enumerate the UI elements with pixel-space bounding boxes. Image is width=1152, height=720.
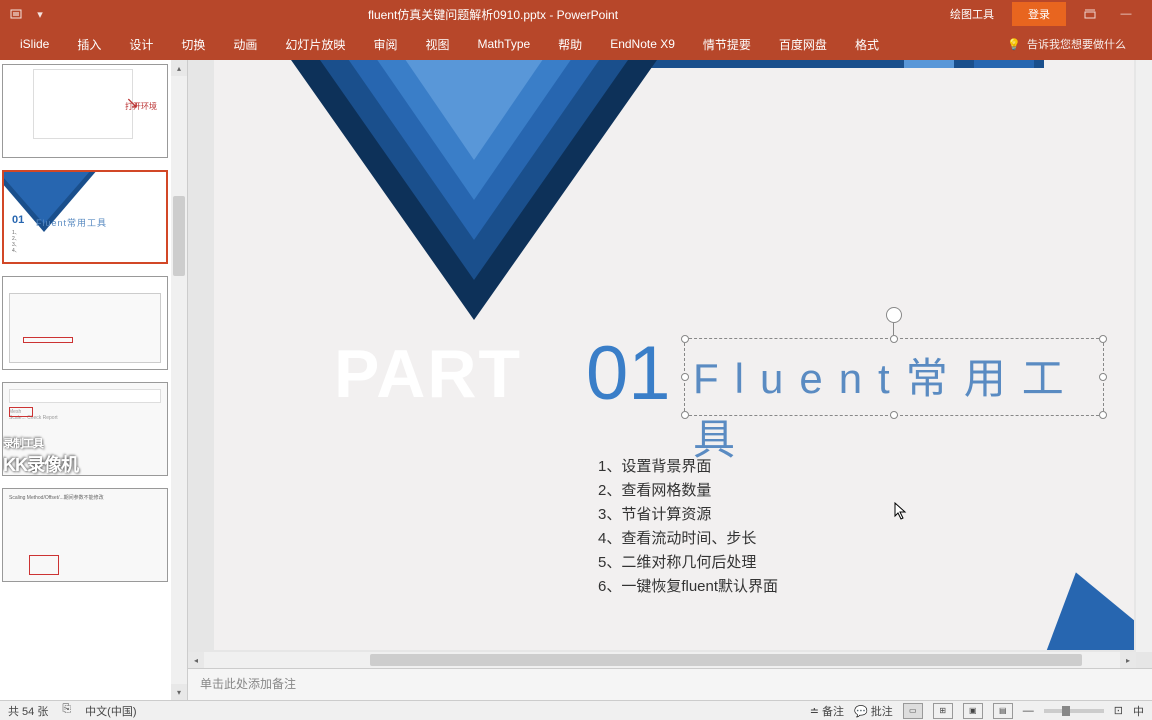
tab-mathtype[interactable]: MathType [463,31,544,57]
textbox-selected[interactable]: Fluent常用工具 [684,338,1104,416]
accessibility-icon[interactable]: ⎘ [62,703,71,719]
thumb-title: Fluent常用工具 [36,216,107,229]
cursor-icon [894,502,908,523]
slide-part-label[interactable]: PART [334,335,522,413]
tab-endnote[interactable]: EndNote X9 [596,31,689,57]
tab-format[interactable]: 格式 [841,30,893,59]
decoration-bar [974,60,1034,68]
resize-handle[interactable] [681,335,689,343]
scroll-down-icon[interactable]: ▾ [171,684,187,700]
thumbnail-slide[interactable]: MeshScale... Check Report 录制工具 KK录像机 [2,382,169,476]
watermark: 录制工具 KK录像机 [3,435,78,476]
resize-handle[interactable] [1099,373,1107,381]
thumbnail-slide[interactable]: ↘ 打开环境 [2,64,169,158]
resize-handle[interactable] [681,411,689,419]
list-item: 5、二维对称几何后处理 [598,551,778,575]
login-button[interactable]: 登录 [1012,2,1066,26]
list-item: 4、查看流动时间、步长 [598,527,778,551]
resize-handle[interactable] [681,373,689,381]
tab-islide[interactable]: iSlide [6,31,63,57]
lightbulb-icon: 💡 [1007,38,1021,51]
scroll-left-icon[interactable]: ◂ [188,652,204,668]
decoration-bar [904,60,954,68]
app-icon [8,6,24,22]
zoom-handle[interactable] [1062,706,1070,716]
list-item: 1、设置背景界面 [598,455,778,479]
tab-transition[interactable]: 切换 [167,30,219,59]
slide-count[interactable]: 共 54 张 [8,703,48,719]
zoom-slider[interactable] [1044,709,1104,713]
fit-button[interactable]: ⊡ [1114,704,1123,717]
ime-indicator[interactable]: 中 [1133,703,1144,719]
decoration-triangle [979,547,1134,650]
slide-canvas[interactable]: PART 01 Fluent常用工具 1、设置背景界面 [188,60,1152,668]
scroll-handle[interactable] [370,654,1081,666]
tab-review[interactable]: 审阅 [359,30,411,59]
resize-handle[interactable] [890,335,898,343]
slide-scrollbar-vertical[interactable] [1136,60,1152,652]
rotate-handle[interactable] [886,307,902,323]
slideshow-view-button[interactable]: ▤ [993,703,1013,719]
thumb-list: 1、2、3、4、 [12,230,20,254]
normal-view-button[interactable]: ▭ [903,703,923,719]
minimize-icon[interactable]: — [1108,0,1144,28]
context-tool-label[interactable]: 绘图工具 [938,2,1006,26]
thumb-num: 01 [12,214,24,226]
language-status[interactable]: 中文(中国) [85,703,136,719]
window-title: fluent仿真关键问题解析0910.pptx - PowerPoint [48,6,938,23]
slide[interactable]: PART 01 Fluent常用工具 1、设置背景界面 [214,60,1134,650]
list-item: 3、节省计算资源 [598,503,778,527]
slide-title[interactable]: Fluent常用工具 [685,339,1103,473]
slide-scrollbar-horizontal[interactable]: ◂ ▸ [188,652,1136,668]
notes-placeholder: 单击此处添加备注 [200,677,296,691]
thumbnail-slide[interactable] [2,276,169,370]
slide-number[interactable]: 01 [586,330,671,417]
tab-animation[interactable]: 动画 [219,30,271,59]
tell-me-search[interactable]: 💡 告诉我您想要做什么 [1007,36,1146,52]
notes-pane[interactable]: 单击此处添加备注 [188,668,1152,700]
sorter-view-button[interactable]: ⊞ [933,703,953,719]
thumbnail-panel: ↘ 打开环境 01 Fluent常用工具 1、2、3、4、 [0,60,188,700]
notes-button[interactable]: ≐ 备注 [810,703,844,719]
scroll-right-icon[interactable]: ▸ [1120,652,1136,668]
zoom-out-button[interactable]: — [1023,705,1034,717]
tab-baidu[interactable]: 百度网盘 [765,30,841,59]
scroll-handle[interactable] [173,196,185,276]
resize-handle[interactable] [1099,335,1107,343]
scroll-up-icon[interactable]: ▴ [171,60,187,76]
reading-view-button[interactable]: ▣ [963,703,983,719]
slide-content-list[interactable]: 1、设置背景界面 2、查看网格数量 3、节省计算资源 4、查看流动时间、步长 5… [598,455,778,599]
resize-handle[interactable] [890,411,898,419]
tell-me-label: 告诉我您想要做什么 [1027,36,1126,52]
tab-insert[interactable]: 插入 [63,30,115,59]
status-bar: 共 54 张 ⎘ 中文(中国) ≐ 备注 💬 批注 ▭ ⊞ ▣ ▤ — ⊡ 中 [0,700,1152,720]
tab-view[interactable]: 视图 [411,30,463,59]
thumbnail-slide-current[interactable]: 01 Fluent常用工具 1、2、3、4、 [2,170,169,264]
resize-handle[interactable] [1099,411,1107,419]
thumb-annotation: 打开环境 [125,101,157,112]
titlebar: ▾ fluent仿真关键问题解析0910.pptx - PowerPoint 绘… [0,0,1152,28]
ribbon-tabs: iSlide 插入 设计 切换 动画 幻灯片放映 审阅 视图 MathType … [0,28,1152,60]
tab-slideshow[interactable]: 幻灯片放映 [271,30,359,59]
list-item: 6、一键恢复fluent默认界面 [598,575,778,599]
ribbon-options-icon[interactable] [1072,0,1108,28]
tab-outline[interactable]: 情节提要 [689,30,765,59]
tab-help[interactable]: 帮助 [544,30,596,59]
comments-button[interactable]: 💬 批注 [854,703,893,719]
thumbnail-scrollbar[interactable]: ▴ ▾ [171,60,187,700]
qat-dropdown-icon[interactable]: ▾ [32,6,48,22]
list-item: 2、查看网格数量 [598,479,778,503]
thumbnail-slide[interactable]: Scaling Method/Offset/...期间参数不能修改 [2,488,169,582]
tab-design[interactable]: 设计 [115,30,167,59]
